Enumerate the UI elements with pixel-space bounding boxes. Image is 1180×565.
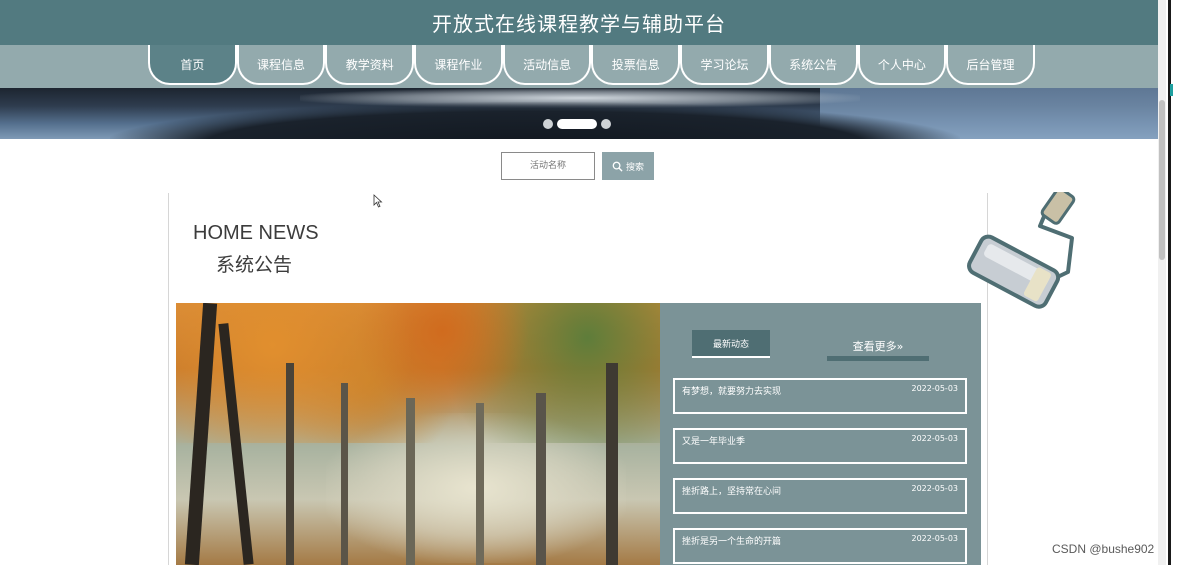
banner-hill xyxy=(110,102,960,139)
featured-image[interactable] xyxy=(176,303,660,565)
nav-item-activity-info[interactable]: 活动信息 xyxy=(502,45,592,85)
banner-carousel[interactable] xyxy=(0,88,1158,139)
search-button-label: 搜索 xyxy=(625,161,644,172)
news-item-date: 2022-05-03 xyxy=(911,534,959,543)
carousel-dots xyxy=(543,119,611,129)
scrollbar-thumb[interactable] xyxy=(1159,100,1165,260)
tree-trunk-3 xyxy=(286,363,294,565)
news-item-title: 挫折路上，坚持常在心间 xyxy=(682,487,782,497)
nav-item-course-info[interactable]: 课程信息 xyxy=(236,45,326,85)
view-more-link[interactable]: 查看更多» xyxy=(827,335,929,361)
section-title-zh: 系统公告 xyxy=(216,254,293,276)
nav-item-personal-center[interactable]: 个人中心 xyxy=(857,45,947,85)
site-title: 开放式在线课程教学与辅助平台 xyxy=(432,12,726,36)
news-item-date: 2022-05-03 xyxy=(911,434,959,443)
news-item[interactable]: 有梦想，就要努力去实现 2022-05-03 xyxy=(673,378,967,414)
photo-foliage xyxy=(176,303,660,443)
tree-trunk-5 xyxy=(406,398,415,565)
news-item-date: 2022-05-03 xyxy=(911,484,959,493)
activity-search-input[interactable] xyxy=(501,152,595,180)
carousel-dot-3[interactable] xyxy=(601,119,611,129)
carousel-dot-1[interactable] xyxy=(543,119,553,129)
nav-item-vote-info[interactable]: 投票信息 xyxy=(591,45,681,85)
nav-item-admin[interactable]: 后台管理 xyxy=(946,45,1035,85)
nav-item-system-notice[interactable]: 系统公告 xyxy=(768,45,858,85)
nav-item-course-homework[interactable]: 课程作业 xyxy=(414,45,503,85)
watermark: CSDN @bushe902 xyxy=(1052,542,1155,556)
tree-trunk-6 xyxy=(476,403,484,565)
search-icon xyxy=(612,161,623,172)
main-nav: 首页 课程信息 教学资料 课程作业 活动信息 投票信息 学习论坛 系统公告 个人… xyxy=(0,45,1158,88)
tab-latest-news[interactable]: 最新动态 xyxy=(692,330,770,358)
news-item[interactable]: 又是一年毕业季 2022-05-03 xyxy=(673,428,967,464)
nav-item-study-forum[interactable]: 学习论坛 xyxy=(680,45,769,85)
page: 开放式在线课程教学与辅助平台 首页 课程信息 教学资料 课程作业 活动信息 投票… xyxy=(0,0,1180,565)
news-item-title: 又是一年毕业季 xyxy=(682,437,746,447)
site-header: 开放式在线课程教学与辅助平台 xyxy=(0,0,1158,45)
tree-trunk-7 xyxy=(536,393,546,565)
tree-trunk-8 xyxy=(606,363,618,565)
news-item[interactable]: 挫折是另一个生命的开篇 2022-05-03 xyxy=(673,528,967,564)
news-item-title: 挫折是另一个生命的开篇 xyxy=(682,537,782,547)
section-title-en: HOME NEWS xyxy=(193,222,319,244)
nav-item-home[interactable]: 首页 xyxy=(148,45,237,85)
news-item[interactable]: 挫折路上，坚持常在心间 2022-05-03 xyxy=(673,478,967,514)
nav-item-teaching-materials[interactable]: 教学资料 xyxy=(325,45,415,85)
carousel-dot-2[interactable] xyxy=(557,119,597,129)
news-item-date: 2022-05-03 xyxy=(911,384,959,393)
window-edge-marker xyxy=(1170,84,1173,96)
news-item-title: 有梦想，就要努力去实现 xyxy=(682,387,782,397)
page-scrollbar[interactable] xyxy=(1158,0,1166,565)
paint-roller-icon xyxy=(967,192,1076,309)
search-button[interactable]: 搜索 xyxy=(602,152,654,180)
tree-trunk-4 xyxy=(341,383,348,565)
